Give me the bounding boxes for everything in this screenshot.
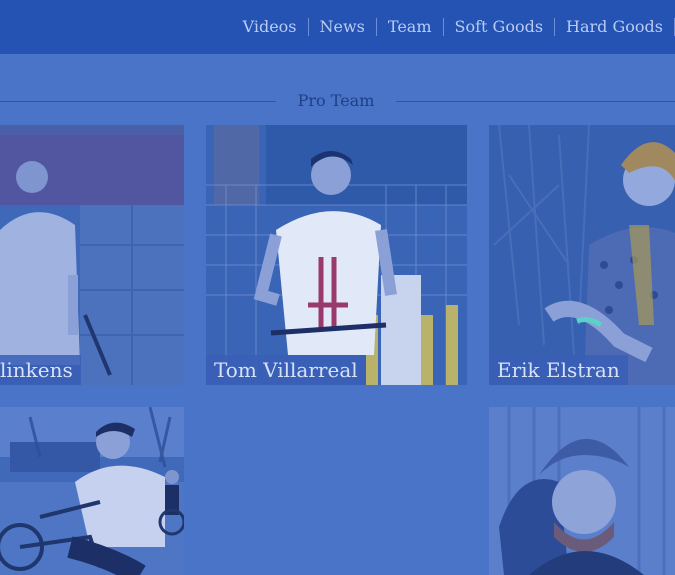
rider-card-3[interactable]: Erik Elstran [489,125,675,385]
rider-photo-5 [489,407,675,575]
rider-photo-2 [206,125,467,385]
rider-name-2: Tom Villarreal [206,355,366,385]
rider-card-1[interactable]: linkens [0,125,184,385]
rider-card-4[interactable] [0,407,184,575]
nav-item-hard-goods[interactable]: Hard Goods [555,18,675,36]
nav-item-videos[interactable]: Videos [243,18,309,36]
nav-menu: Videos News Team Soft Goods Hard Goods [243,0,675,54]
rider-name-3: Erik Elstran [489,355,628,385]
nav-item-soft-goods[interactable]: Soft Goods [444,18,556,36]
rider-card-5[interactable] [489,407,675,575]
top-navbar: Videos News Team Soft Goods Hard Goods [0,0,675,54]
rider-photo-3 [489,125,675,385]
header-rule-left [0,101,276,102]
rider-photo-1 [0,125,184,385]
rider-photo-4 [0,407,184,575]
nav-item-team[interactable]: Team [377,18,444,36]
section-header: Pro Team [0,90,675,112]
rider-name-1: linkens [0,355,81,385]
nav-item-news[interactable]: News [309,18,377,36]
header-rule-right [396,101,675,102]
section-title: Pro Team [297,91,375,110]
rider-card-2[interactable]: Tom Villarreal [206,125,467,385]
